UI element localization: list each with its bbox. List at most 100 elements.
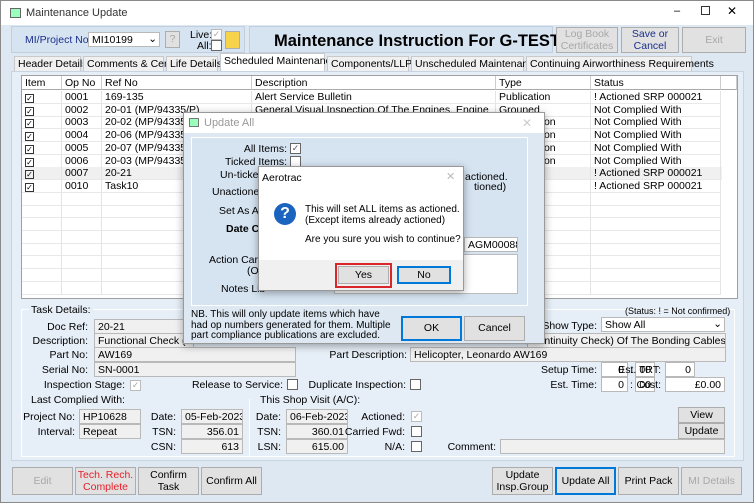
- shop-date-field[interactable]: 06-Feb-2023: [286, 409, 348, 424]
- shop-tsn-field[interactable]: 360.01: [286, 424, 348, 439]
- est-trt-field[interactable]: 0: [665, 362, 695, 377]
- shop-date-label: Date:: [255, 411, 281, 423]
- row-checkbox[interactable]: ✓: [25, 170, 34, 180]
- cell-text: Not Complied With: [594, 116, 682, 129]
- est-hours-field[interactable]: 0: [601, 377, 628, 392]
- comment-label: Comment:: [447, 441, 496, 453]
- close-icon[interactable]: ✕: [446, 170, 455, 183]
- table-cell: 0007: [62, 167, 102, 181]
- shop-lsn-field[interactable]: 615.00: [286, 439, 348, 454]
- table-cell: [62, 218, 102, 231]
- table-cell: ✓0003: [22, 116, 62, 130]
- release-to-service-checkbox[interactable]: [287, 379, 298, 390]
- exit-button[interactable]: Exit: [682, 27, 746, 53]
- table-cell: ✓0005: [22, 141, 62, 155]
- show-type-label: Show Type:: [542, 320, 597, 332]
- last-project-field[interactable]: HP10628: [79, 409, 141, 424]
- yes-button[interactable]: Yes: [338, 266, 389, 284]
- no-button[interactable]: No: [397, 266, 451, 284]
- actioned-checkbox[interactable]: ✓: [411, 411, 422, 422]
- column-header: [721, 76, 737, 90]
- row-checkbox[interactable]: ✓: [25, 106, 34, 116]
- ok-button[interactable]: OK: [401, 316, 462, 341]
- na-label: N/A:: [384, 441, 405, 453]
- tab-components-llp-s[interactable]: Components/LLP's: [327, 56, 419, 71]
- close-icon[interactable]: ✕: [522, 116, 532, 130]
- engineer-select[interactable]: AGM00088: [464, 237, 518, 252]
- view-button[interactable]: View: [678, 407, 725, 423]
- column-header[interactable]: Description: [252, 76, 496, 90]
- serial-no-field[interactable]: SN-0001: [94, 362, 296, 377]
- cell-text: 0007: [65, 167, 89, 180]
- help-button[interactable]: ?: [165, 31, 180, 48]
- column-header[interactable]: Ref No: [102, 76, 252, 90]
- table-row[interactable]: ✓00010001 169-135 Alert Service Bulletin Pu…: [22, 91, 722, 104]
- comment-field[interactable]: [500, 439, 725, 454]
- table-cell: 0003: [62, 116, 102, 130]
- row-checkbox[interactable]: ✓: [25, 182, 34, 192]
- edit-button[interactable]: Edit: [12, 467, 73, 495]
- description-field[interactable]: Functional Check (Co: [94, 333, 194, 348]
- table-cell: [62, 205, 102, 219]
- save-cancel-button[interactable]: Save or Cancel: [621, 27, 679, 53]
- table-cell: 0004: [62, 129, 102, 143]
- log-book-certificates-button[interactable]: Log Book Certificates: [556, 27, 618, 53]
- maximize-icon[interactable]: [701, 6, 710, 15]
- description-field-continued[interactable]: Continuity Check) Of The Bonding Cables …: [527, 333, 726, 348]
- tab-life-details[interactable]: Life Details: [166, 56, 222, 71]
- live-checkbox[interactable]: ✓: [211, 29, 222, 40]
- column-header[interactable]: Status: [591, 76, 721, 90]
- row-checkbox[interactable]: ✓: [25, 94, 34, 103]
- column-header[interactable]: Item: [22, 76, 62, 90]
- confirm-task-button[interactable]: Confirm Task: [138, 467, 199, 495]
- task-details-label: Task Details:: [29, 304, 93, 316]
- tab-unscheduled-maintenance[interactable]: Unscheduled Maintenance: [411, 56, 539, 71]
- cost-field[interactable]: £0.00: [665, 377, 725, 392]
- cell-text: 20-07 (MP/94335/: [105, 141, 190, 154]
- close-icon[interactable]: ✕: [727, 4, 737, 18]
- note-icon[interactable]: [225, 31, 240, 49]
- all-checkbox[interactable]: [211, 40, 222, 51]
- tab-header-details[interactable]: Header Details: [14, 56, 87, 71]
- doc-ref-field[interactable]: 20-21: [94, 319, 194, 334]
- unactioned-right-text: tioned): [474, 181, 507, 193]
- update-insp-group-button[interactable]: Update Insp.Group: [492, 467, 553, 495]
- tab-continuing-airworthiness-requirements[interactable]: Continuing Airworthiness Requirements: [526, 56, 714, 71]
- table-cell: 169-135: [102, 91, 252, 104]
- colon: :: [630, 379, 633, 391]
- part-no-field[interactable]: AW169: [94, 347, 296, 362]
- table-cell: 0005: [62, 141, 102, 155]
- part-description-field[interactable]: Helicopter, Leonardo AW169: [410, 347, 726, 362]
- last-csn-field[interactable]: 613: [181, 439, 243, 454]
- last-tsn-field[interactable]: 356.01: [181, 424, 243, 439]
- row-checkbox[interactable]: ✓: [25, 144, 34, 154]
- row-checkbox[interactable]: ✓: [25, 157, 34, 167]
- duplicate-inspection-checkbox[interactable]: [410, 379, 421, 390]
- status-note: (Status: ! = Not confirmed): [625, 306, 731, 316]
- tab-scheduled-maintenance[interactable]: Scheduled Maintenance: [220, 53, 337, 71]
- chevron-down-icon: ⌄: [148, 33, 157, 45]
- last-date-field[interactable]: 05-Feb-2023: [181, 409, 243, 424]
- row-checkbox[interactable]: ✓: [25, 132, 34, 142]
- update-button[interactable]: Update: [678, 423, 725, 439]
- cell-text: ! Actioned SRP 000021: [594, 179, 703, 192]
- inspection-stage-checkbox[interactable]: ✓: [130, 380, 141, 391]
- update-all-button[interactable]: Update All: [555, 467, 616, 495]
- column-header[interactable]: Op No: [62, 76, 102, 90]
- row-checkbox[interactable]: ✓: [25, 119, 34, 129]
- mi-details-button[interactable]: MI Details: [681, 467, 742, 495]
- tech-rech-complete-button[interactable]: Tech. Rech. Complete: [75, 467, 136, 495]
- project-select[interactable]: MI10199 ⌄: [88, 32, 160, 47]
- confirm-all-button[interactable]: Confirm All: [201, 467, 262, 495]
- all-items-checkbox[interactable]: ✓: [290, 143, 301, 154]
- print-pack-button[interactable]: Print Pack: [618, 467, 679, 495]
- carried-fwd-checkbox[interactable]: [411, 426, 422, 437]
- interval-field[interactable]: Repeat: [79, 424, 141, 439]
- tab-comments-certs[interactable]: Comments & Certs: [83, 56, 176, 71]
- minimize-icon[interactable]: –: [674, 5, 680, 17]
- action-optional-label: (O: [247, 265, 259, 277]
- show-type-select[interactable]: Show All ⌄: [601, 317, 725, 332]
- cancel-button[interactable]: Cancel: [464, 316, 525, 341]
- column-header[interactable]: Type: [496, 76, 591, 90]
- na-checkbox[interactable]: [411, 441, 422, 452]
